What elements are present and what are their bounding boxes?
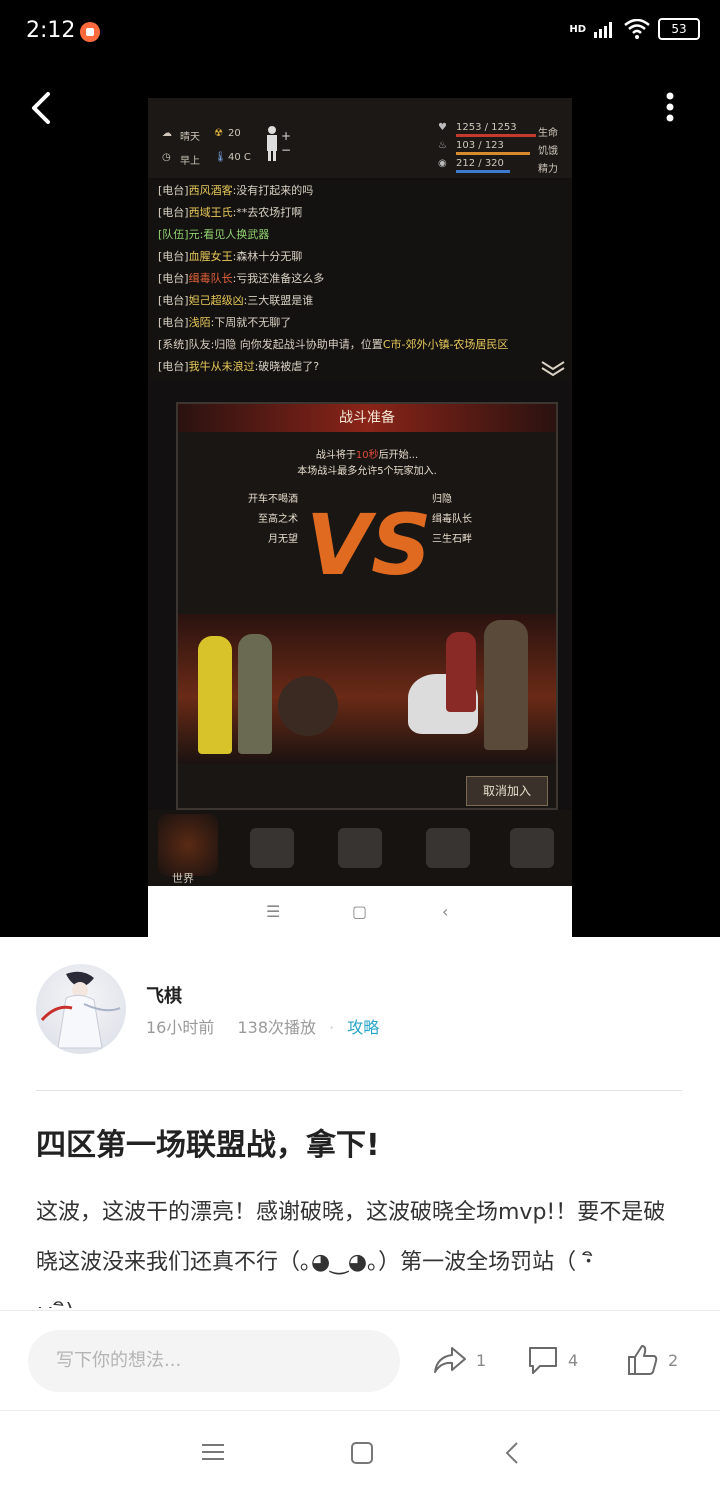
chat-line: [队伍]元:看见人换武器 bbox=[158, 228, 270, 241]
share-button[interactable]: 1 bbox=[432, 1342, 486, 1378]
battle-scene-illustration bbox=[178, 614, 556, 764]
svg-text:−: − bbox=[281, 143, 291, 157]
screen-record-icon bbox=[80, 22, 100, 42]
category-tag[interactable]: 攻略 bbox=[347, 1018, 379, 1037]
more-options-icon[interactable] bbox=[654, 90, 686, 126]
back-arrow-icon[interactable] bbox=[24, 88, 60, 128]
comment-input[interactable]: 写下你的想法... bbox=[28, 1330, 400, 1392]
game-bottom-nav: 世界 bbox=[148, 810, 572, 886]
chat-line: [电台]西域王氏:**去农场打啊 bbox=[158, 206, 303, 219]
embedded-menu-icon: ☰ bbox=[266, 902, 281, 921]
chat-line: [电台]我牛从未浪过:破晓被虐了? bbox=[158, 360, 320, 373]
weather-label: 晴天 bbox=[180, 132, 200, 143]
health-bar bbox=[456, 134, 536, 137]
left-player: 月无望 bbox=[268, 534, 298, 545]
status-indicators: HD 53 bbox=[569, 18, 700, 40]
cancel-join-button[interactable]: 取消加入 bbox=[466, 776, 548, 806]
battle-prepare-dialog: 战斗准备 战斗将于10秒后开始... 本场战斗最多允许5个玩家加入. VS 开车… bbox=[176, 402, 558, 810]
back-icon[interactable] bbox=[504, 1441, 520, 1465]
hunger-label: 饥饿 bbox=[538, 146, 558, 157]
battery-icon: 53 bbox=[658, 18, 700, 40]
play-count: 138次播放 bbox=[237, 1018, 317, 1037]
game-video-frame: ☁ 晴天 ☢ 20 ◷ 早上 🌡 40 C + − ♥ 1253 / 1253 生… bbox=[148, 98, 572, 886]
embedded-nav-bar: ☰ ▢ ‹ bbox=[148, 886, 572, 937]
health-value: 1253 / 1253 bbox=[456, 122, 517, 133]
battle-capacity-text: 本场战斗最多允许5个玩家加入. bbox=[297, 466, 437, 477]
separator-dot: · bbox=[329, 1018, 335, 1037]
hunger-value: 103 / 123 bbox=[456, 140, 504, 151]
divider bbox=[36, 1090, 682, 1091]
status-time: 2:12 bbox=[26, 18, 76, 43]
world-tab-label: 世界 bbox=[172, 872, 194, 885]
svg-text:+: + bbox=[281, 129, 291, 143]
vs-emblem: VS bbox=[306, 496, 432, 594]
chat-log[interactable]: [电台]西风酒客:没有打起来的吗 [电台]西域王氏:**去农场打啊 [队伍]元:… bbox=[148, 180, 572, 380]
radiation-icon: ☢ bbox=[214, 128, 223, 139]
left-player: 开车不喝酒 bbox=[248, 494, 298, 505]
chat-line: [电台]妲己超级凶:三大联盟是谁 bbox=[158, 294, 314, 307]
chat-line: [电台]西风酒客:没有打起来的吗 bbox=[158, 184, 314, 197]
like-count: 2 bbox=[668, 1350, 679, 1370]
system-nav-bar bbox=[0, 1411, 720, 1496]
time-ago: 16小时前 bbox=[146, 1018, 215, 1037]
character-icon[interactable]: +− bbox=[262, 124, 292, 164]
comment-bar-divider bbox=[0, 1310, 720, 1311]
comment-button[interactable]: 4 bbox=[526, 1342, 578, 1378]
clock-icon: ◷ bbox=[162, 152, 171, 163]
right-player: 三生石畔 bbox=[432, 534, 472, 545]
right-player: 归隐 bbox=[432, 494, 452, 505]
share-count: 1 bbox=[476, 1350, 487, 1370]
weather-icon: ☁ bbox=[162, 128, 172, 139]
battle-start-text: 战斗将于10秒后开始... bbox=[315, 450, 419, 461]
temperature-value: 40 C bbox=[228, 152, 251, 163]
chat-line: [电台]浅陌:下周就不无聊了 bbox=[158, 316, 292, 329]
post-meta: 16小时前 138次播放 · 攻略 bbox=[146, 1014, 379, 1038]
game-hud: ☁ 晴天 ☢ 20 ◷ 早上 🌡 40 C + − ♥ 1253 / 1253 生… bbox=[148, 98, 572, 178]
trade-icon[interactable] bbox=[426, 828, 470, 868]
chat-line: [电台]缉毒队长:亏我还准备这么多 bbox=[158, 272, 325, 285]
left-player: 至高之术 bbox=[258, 514, 298, 525]
health-label: 生命 bbox=[538, 128, 558, 139]
thumbs-up-icon bbox=[628, 1345, 658, 1375]
shop-cart-icon[interactable] bbox=[510, 828, 554, 868]
network-label: HD bbox=[569, 23, 586, 35]
author-avatar[interactable] bbox=[36, 964, 126, 1054]
spirit-icon: ◉ bbox=[438, 158, 447, 169]
bag-icon[interactable] bbox=[250, 828, 294, 868]
embedded-home-icon: ▢ bbox=[352, 902, 368, 921]
dialog-title: 战斗准备 bbox=[178, 404, 556, 432]
spirit-value: 212 / 320 bbox=[456, 158, 504, 169]
comment-icon bbox=[529, 1347, 557, 1374]
author-name[interactable]: 飞棋 bbox=[146, 982, 182, 1008]
thermometer-icon: 🌡 bbox=[214, 152, 227, 163]
share-icon bbox=[434, 1347, 466, 1373]
post-title: 四区第一场联盟战，拿下! bbox=[36, 1128, 380, 1163]
signal-icon bbox=[594, 22, 612, 38]
embedded-back-icon: ‹ bbox=[442, 902, 449, 921]
wifi-icon bbox=[624, 19, 650, 39]
skill-icon[interactable] bbox=[338, 828, 382, 868]
heart-icon: ♥ bbox=[438, 122, 447, 133]
world-tab[interactable]: 世界 bbox=[158, 814, 218, 885]
chat-line: [电台]血腥女王:森林十分无聊 bbox=[158, 250, 303, 263]
spirit-label: 精力 bbox=[538, 164, 558, 175]
time-of-day: 早上 bbox=[180, 156, 200, 167]
radiation-value: 20 bbox=[228, 128, 241, 139]
hunger-bar bbox=[456, 152, 530, 155]
chat-line: [系统]队友:归隐 向你发起战斗协助申请，位置C市-郊外小镇-农场居民区 bbox=[158, 338, 509, 351]
home-icon[interactable] bbox=[350, 1441, 374, 1465]
hunger-icon: ♨ bbox=[438, 140, 447, 151]
right-player: 缉毒队长 bbox=[432, 514, 472, 525]
spirit-bar bbox=[456, 170, 510, 173]
avatar-illustration bbox=[40, 971, 121, 1049]
comment-count: 4 bbox=[568, 1350, 579, 1370]
post-body: 这波，这波干的漂亮！感谢破晓，这波破晓全场mvp!！要不是破晓这波没来我们还真不… bbox=[36, 1200, 666, 1308]
chat-collapse-icon[interactable] bbox=[540, 360, 566, 376]
menu-icon[interactable] bbox=[202, 1443, 224, 1461]
like-button[interactable]: 2 bbox=[626, 1342, 678, 1378]
